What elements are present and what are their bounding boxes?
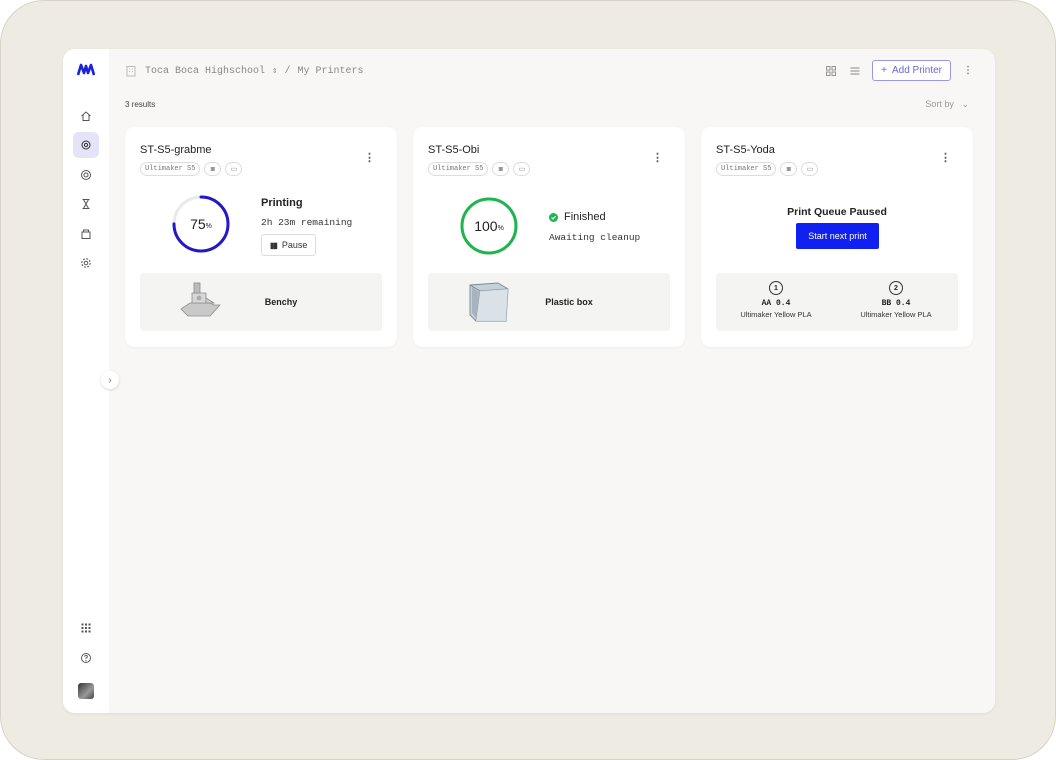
check-circle-icon [549,212,558,222]
progress-percent: 75% [190,216,212,232]
printer-tags: Ultimaker S5 ◙ ▭ [716,162,819,176]
sidebar-item-storage[interactable] [73,221,99,247]
print-cores: 1 AA 0.4 Ultimaker Yellow PLA 2 BB 0.4 U… [716,273,958,331]
header: Toca Boca Highschool ⇕ / My Printers + A… [125,60,975,81]
materials-icon [81,170,91,180]
printer-card[interactable]: ST-S5-Yoda Ultimaker S5 ◙ ▭ ⋮ Print Queu… [701,127,973,347]
printer-tags: Ultimaker S5 ◙ ▭ [428,162,531,176]
status-title: Finished [564,211,606,223]
core-type: AA 0.4 [761,299,791,308]
display-icon: ▭ [225,162,243,176]
pause-label: Pause [281,240,308,250]
status-finished: Finished [549,211,606,223]
camera-icon: ◙ [204,162,222,176]
display-icon: ▭ [513,162,531,176]
pause-icon: ▮▮ [270,240,278,250]
help-button[interactable] [73,645,99,671]
printer-card[interactable]: ST-S5-Obi Ultimaker S5 ◙ ▭ ⋮ 100% Finish… [413,127,685,347]
app-window: › Toca Boca Highschool ⇕ / My Printers +… [63,49,995,713]
apps-grid-button[interactable] [73,615,99,641]
sidebar-item-queue[interactable] [73,191,99,217]
grid-view-icon[interactable] [824,64,838,78]
more-options-icon[interactable]: ⋮ [961,64,975,78]
time-remaining: 2h 23m remaining [261,217,353,228]
header-actions: + Add Printer ⋮ [824,60,975,81]
tablet-frame: › Toca Boca Highschool ⇕ / My Printers +… [0,0,1056,760]
settings-icon [81,258,91,268]
sidebar-item-settings[interactable] [73,250,99,276]
core-slot-badge: 2 [889,281,903,295]
print-core: 1 AA 0.4 Ultimaker Yellow PLA [716,281,836,319]
list-view-icon[interactable] [848,64,862,78]
sidebar-item-printers[interactable] [73,132,99,158]
sort-label: Sort by [925,99,954,109]
start-next-print-button[interactable]: Start next print [796,223,879,249]
print-core: 2 BB 0.4 Ultimaker Yellow PLA [836,281,956,319]
printers-icon [81,140,91,150]
print-job[interactable]: Plastic box [428,273,670,331]
printer-card[interactable]: ST-S5-grabme Ultimaker S5 ◙ ▭ ⋮ 75% Prin… [125,127,397,347]
core-material: Ultimaker Yellow PLA [860,310,932,319]
card-menu-icon[interactable]: ⋮ [940,153,951,164]
add-printer-label: Add Printer [891,65,942,76]
sidebar-item-materials[interactable] [73,162,99,188]
printer-name: ST-S5-Obi [428,144,480,156]
printer-model-tag: Ultimaker S5 [716,162,777,176]
queue-icon [82,199,90,209]
core-slot-badge: 1 [769,281,783,295]
job-name: Plastic box [545,297,593,307]
plus-icon: + [881,65,887,76]
storage-icon [81,229,91,239]
breadcrumb-org[interactable]: Toca Boca Highschool [145,66,265,77]
core-type: BB 0.4 [881,299,911,308]
chevron-right-icon: › [108,374,112,386]
add-printer-button[interactable]: + Add Printer [872,60,951,81]
card-menu-icon[interactable]: ⋮ [364,153,375,164]
sort-dropdown[interactable]: Sort by ⌄ [925,99,969,110]
camera-icon: ◙ [780,162,798,176]
print-job[interactable]: Benchy [140,273,382,331]
job-name: Benchy [264,297,298,307]
status-title: Printing [261,197,303,209]
progress-ring: 100% [460,197,518,255]
camera-icon: ◙ [492,162,510,176]
pause-button[interactable]: ▮▮ Pause [261,234,317,256]
home-icon [81,111,91,121]
chevron-down-icon: ⌄ [961,99,969,109]
ultimaker-logo [77,63,95,76]
printer-name: ST-S5-grabme [140,144,212,156]
help-icon [81,653,91,663]
printer-tags: Ultimaker S5 ◙ ▭ [140,162,243,176]
core-material: Ultimaker Yellow PLA [740,310,812,319]
progress-ring: 75% [172,195,230,253]
org-switch-icon[interactable]: ⇕ [272,66,277,76]
breadcrumb-separator: / [284,65,291,77]
card-menu-icon[interactable]: ⋮ [652,153,663,164]
results-count: 3 results [125,100,156,109]
printer-model-tag: Ultimaker S5 [428,162,489,176]
building-icon [126,66,136,77]
avatar[interactable] [78,683,94,699]
status-subtitle: Awaiting cleanup [549,232,641,243]
display-icon: ▭ [801,162,819,176]
printer-model-tag: Ultimaker S5 [140,162,201,176]
progress-percent: 100% [474,218,504,234]
breadcrumb-page: My Printers [297,65,364,77]
apps-grid-icon [81,623,91,633]
queue-status: Print Queue Paused [787,206,887,218]
sidebar-item-home[interactable] [73,103,99,129]
sidebar-collapse-toggle[interactable]: › [101,371,119,389]
printer-name: ST-S5-Yoda [716,144,775,156]
